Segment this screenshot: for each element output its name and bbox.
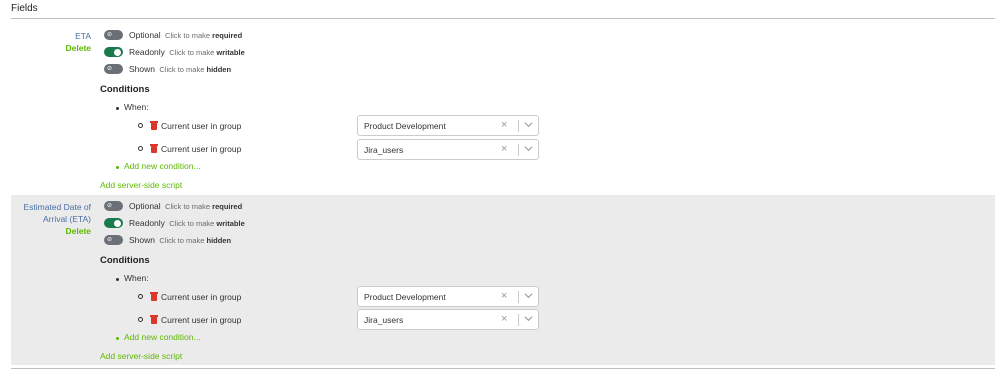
option-state: Readonly (129, 47, 165, 57)
group-select-value: Jira_users (364, 315, 404, 325)
shown-toggle[interactable]: ⊘ (104, 235, 123, 245)
bullet-icon (138, 294, 143, 299)
bullet-icon (116, 278, 119, 281)
condition-label: Current user in group (161, 292, 242, 302)
group-select-value: Jira_users (364, 145, 404, 155)
clear-icon[interactable]: × (501, 119, 507, 131)
select-separator (518, 144, 519, 156)
condition-label: Current user in group (161, 144, 242, 154)
optional-toggle[interactable]: ⊘ (104, 201, 123, 211)
toggle-off-icon: ⊘ (106, 237, 113, 243)
conditions-title: Conditions (100, 84, 150, 95)
group-select[interactable]: Product Development × (357, 286, 539, 307)
bullet-icon (138, 317, 143, 322)
field-name: Estimated Date of Arrival (ETA) Delete (11, 201, 91, 237)
option-hint: Click to make writable (169, 219, 245, 228)
readonly-option[interactable]: Readonly Click to make writable (129, 218, 245, 229)
option-hint: Click to make hidden (159, 236, 232, 245)
trash-icon[interactable] (150, 315, 158, 324)
field-name-line-2: Arrival (ETA) (42, 214, 91, 224)
toggle-off-icon: ⊘ (106, 66, 113, 72)
chevron-down-icon[interactable] (524, 120, 533, 129)
option-hint: Click to make hidden (159, 65, 232, 74)
optional-toggle[interactable]: ⊘ (104, 30, 123, 40)
bullet-icon (116, 107, 119, 110)
bullet-icon (138, 123, 143, 128)
trash-icon[interactable] (150, 292, 158, 301)
section-bottom-divider (11, 368, 995, 369)
group-select-value: Product Development (364, 121, 446, 131)
add-condition-link[interactable]: Add new condition... (124, 332, 201, 343)
chevron-down-icon[interactable] (524, 314, 533, 323)
section-divider (11, 18, 995, 19)
option-hint: Click to make required (165, 202, 243, 211)
chevron-down-icon[interactable] (524, 291, 533, 300)
section-title: Fields (11, 3, 38, 14)
toggle-off-icon: ⊘ (106, 32, 113, 38)
add-script-link[interactable]: Add server-side script (100, 351, 182, 362)
option-state: Shown (129, 235, 155, 245)
group-select[interactable]: Product Development × (357, 115, 539, 136)
option-state: Optional (129, 30, 161, 40)
trash-icon[interactable] (150, 144, 158, 153)
option-state: Optional (129, 201, 161, 211)
shown-option[interactable]: Shown Click to make hidden (129, 64, 231, 75)
when-label: When: (124, 273, 149, 283)
toggle-knob (114, 48, 121, 56)
field-block-eta: ETA Delete ⊘ Optional Click to make requ… (11, 20, 995, 194)
select-separator (518, 314, 519, 326)
bullet-icon (116, 337, 119, 340)
optional-option[interactable]: Optional Click to make required (129, 201, 242, 212)
trash-icon[interactable] (150, 121, 158, 130)
readonly-toggle[interactable] (104, 47, 123, 57)
toggle-knob (114, 219, 121, 227)
shown-toggle[interactable]: ⊘ (104, 64, 123, 74)
conditions-title: Conditions (100, 255, 150, 266)
readonly-toggle[interactable] (104, 218, 123, 228)
condition-label: Current user in group (161, 121, 242, 131)
group-select[interactable]: Jira_users × (357, 139, 539, 160)
field-name: ETA Delete (11, 30, 91, 54)
shown-option[interactable]: Shown Click to make hidden (129, 235, 231, 246)
add-condition-link[interactable]: Add new condition... (124, 161, 201, 172)
option-hint: Click to make writable (169, 48, 245, 57)
delete-field-link[interactable]: Delete (11, 42, 91, 54)
toggle-off-icon: ⊘ (106, 203, 113, 209)
select-separator (518, 120, 519, 132)
chevron-down-icon[interactable] (524, 144, 533, 153)
readonly-option[interactable]: Readonly Click to make writable (129, 47, 245, 58)
group-select[interactable]: Jira_users × (357, 309, 539, 330)
field-block-estimated-date: Estimated Date of Arrival (ETA) Delete ⊘… (11, 195, 995, 365)
delete-field-link[interactable]: Delete (11, 225, 91, 237)
when-label: When: (124, 102, 149, 112)
clear-icon[interactable]: × (501, 143, 507, 155)
select-separator (518, 291, 519, 303)
group-select-value: Product Development (364, 292, 446, 302)
field-name-line-1: Estimated Date of (23, 202, 91, 212)
clear-icon[interactable]: × (501, 313, 507, 325)
condition-label: Current user in group (161, 315, 242, 325)
option-state: Shown (129, 64, 155, 74)
clear-icon[interactable]: × (501, 290, 507, 302)
optional-option[interactable]: Optional Click to make required (129, 30, 242, 41)
bullet-icon (138, 146, 143, 151)
option-hint: Click to make required (165, 31, 243, 40)
bullet-icon (116, 166, 119, 169)
option-state: Readonly (129, 218, 165, 228)
field-name-text: ETA (75, 31, 91, 41)
add-script-link[interactable]: Add server-side script (100, 180, 182, 191)
